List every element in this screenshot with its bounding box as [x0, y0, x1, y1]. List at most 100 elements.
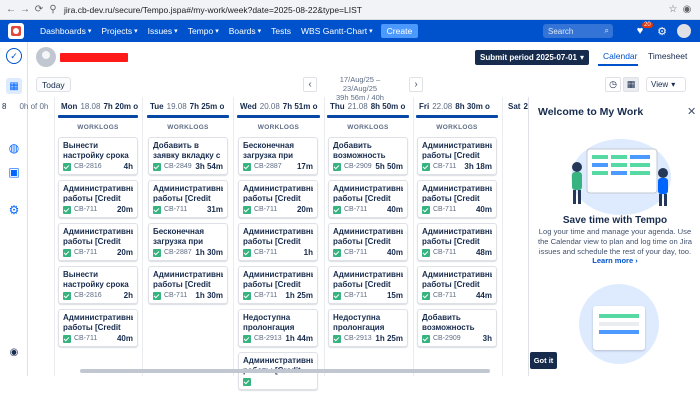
- nav-label: Tests: [271, 26, 292, 36]
- nav-dashboards[interactable]: Dashboards ▾: [40, 26, 91, 36]
- worklog-issue-title: Вынести настройку срока действия: [63, 141, 129, 160]
- worklog-card[interactable]: Добавить возможность CB-2909 5h 50m: [328, 137, 408, 175]
- worklog-card[interactable]: Административные работы [Credit CB-711 40m: [328, 180, 408, 218]
- worklog-card[interactable]: Добавить возможность CB-2909 3h: [417, 309, 497, 347]
- profile-icon[interactable]: ◉: [680, 3, 694, 17]
- checkbox-icon: [243, 162, 251, 171]
- panel-description: Log your time and manage your agenda. Us…: [537, 227, 693, 256]
- reload-icon[interactable]: ⟳: [32, 3, 46, 17]
- worklog-card[interactable]: Административные работы [Credit CB-711 40m: [328, 223, 408, 261]
- day-header-thu: Thu 21.08 8h 50m o: [330, 98, 405, 114]
- worklog-card[interactable]: Вынести настройку срока действия CB-2816 4…: [58, 137, 138, 175]
- submit-period-button[interactable]: Submit period 2025-07-01 ▾: [475, 50, 589, 65]
- notification-badge: 20: [642, 22, 653, 28]
- worklog-issue-title: Административные работы [Credit: [243, 227, 313, 246]
- worklog-card[interactable]: Добавить в заявку вкладку с XML CB-28493h…: [148, 137, 228, 175]
- worklog-card[interactable]: Административные работы [Credit CB-711 31m: [148, 180, 228, 218]
- tab-timesheet[interactable]: Timesheet: [648, 51, 687, 61]
- worklog-card[interactable]: Административные работы [Credit CB-711 44m: [417, 266, 497, 304]
- next-week-chevron-icon[interactable]: ›: [409, 77, 423, 92]
- nav-boards[interactable]: Boards ▾: [229, 26, 261, 36]
- worklog-issue-title: Административные работы [Credit: [153, 270, 223, 289]
- got-it-button[interactable]: Got it: [530, 352, 557, 369]
- nav-wbs-gantt[interactable]: WBS Gantt-Chart ▾: [301, 26, 373, 36]
- column-divider: [54, 97, 55, 376]
- worklog-issue-title: Административные работы [Credit: [333, 184, 403, 203]
- worklog-card[interactable]: Недоступна пролонгация CB-2913 1h 44m: [238, 309, 318, 347]
- worklog-card[interactable]: Административные работы [Credit CB-711 3h …: [417, 137, 497, 175]
- prev-week-chevron-icon[interactable]: ‹: [303, 77, 317, 92]
- checkbox-icon: [63, 291, 71, 300]
- day-date: 19.08: [166, 101, 187, 111]
- forward-icon[interactable]: →: [18, 3, 32, 17]
- worklog-card[interactable]: Недоступна пролонгация CB-2913 1h 25m: [328, 309, 408, 347]
- worklog-footer: CB-711 1h: [243, 248, 313, 257]
- view-label: View: [651, 80, 669, 89]
- app-switcher-logo-icon[interactable]: [8, 23, 24, 39]
- site-info-icon[interactable]: ⚲: [46, 3, 60, 17]
- issue-key: CB-2913: [344, 335, 372, 342]
- checkbox-icon: [243, 291, 251, 300]
- logged-hours: 2h: [123, 291, 133, 300]
- worklog-footer: CB-2909 3h: [422, 334, 492, 343]
- worklog-card[interactable]: Административные работы [Credit CB-711 15m: [328, 266, 408, 304]
- close-icon[interactable]: ✕: [687, 105, 696, 118]
- nav-tempo[interactable]: Tempo ▾: [188, 26, 219, 36]
- worklog-footer: CB-2816 4h: [63, 162, 133, 171]
- tempo-check-icon[interactable]: ✓: [6, 48, 22, 64]
- calendar-icon[interactable]: ▦: [6, 78, 22, 94]
- worklog-card[interactable]: Административные работы [Credit CB-711 1h: [238, 223, 318, 261]
- bookmark-star-icon[interactable]: ☆: [666, 3, 680, 17]
- learn-more-link[interactable]: Learn more ›: [529, 256, 700, 265]
- worklog-issue-title: Административные работы [Credit: [422, 227, 492, 246]
- chevron-down-icon: ▾: [257, 28, 262, 35]
- day-total: 7h 25m o: [189, 101, 225, 111]
- search-input[interactable]: Search ⌕: [543, 24, 613, 38]
- horizontal-scrollbar[interactable]: [80, 369, 490, 373]
- grid-view-icon[interactable]: ▦: [623, 77, 639, 92]
- view-dropdown[interactable]: View ▾: [646, 77, 686, 92]
- welcome-illustration: [571, 139, 671, 215]
- user-header: [36, 45, 128, 69]
- user-avatar[interactable]: [677, 24, 691, 38]
- nav-issues[interactable]: Issues ▾: [148, 26, 178, 36]
- logged-hours: 20m: [296, 205, 313, 214]
- nav-tests[interactable]: Tests: [271, 26, 291, 36]
- day-date: 8: [2, 101, 7, 111]
- worklog-card[interactable]: Административные работы [Credit CB-711 20m: [58, 180, 138, 218]
- clock-icon[interactable]: ◷: [605, 77, 621, 92]
- worklog-card[interactable]: Административные работы [Credit CB-711 40m: [417, 180, 497, 218]
- worklog-card[interactable]: Бесконечная загрузка при CB-2887 17m: [238, 137, 318, 175]
- address-bar[interactable]: jira.cb-dev.ru/secure/Tempo.jspa#/my-wor…: [64, 5, 362, 15]
- logged-hours: 40m: [475, 205, 492, 214]
- worklog-card[interactable]: Административные работы [Credit CB-711 20m: [238, 180, 318, 218]
- active-tab-indicator: [598, 64, 638, 66]
- today-button[interactable]: Today: [36, 77, 71, 92]
- back-icon[interactable]: ←: [4, 3, 18, 17]
- create-button[interactable]: Create: [380, 24, 419, 38]
- checkbox-icon: [422, 162, 430, 171]
- worklog-card[interactable]: Административные работы [Credit CB-711 40m: [58, 309, 138, 347]
- day-name: Fri: [419, 101, 430, 111]
- day-header-mon: Mon 18.08 7h 20m o: [61, 98, 138, 114]
- logged-hours: 20m: [116, 248, 133, 257]
- chevron-down-icon: ▾: [174, 28, 178, 35]
- nav-projects[interactable]: Projects ▾: [101, 26, 137, 36]
- panel-heading: Save time with Tempo: [562, 215, 668, 226]
- notifications-icon[interactable]: ♥ 20: [633, 22, 653, 38]
- worklog-card[interactable]: Административные работы [Credit CB-711 48m: [417, 223, 497, 261]
- worklog-footer: CB-2909 5h 50m: [333, 162, 403, 171]
- worklog-card[interactable]: Административные работы [Credit CB-711 1h …: [238, 266, 318, 304]
- tab-calendar[interactable]: Calendar: [603, 51, 638, 61]
- day-progress-bar: [237, 115, 320, 118]
- issue-key: CB-711: [344, 206, 368, 213]
- settings-gear-icon[interactable]: ⚙: [655, 24, 669, 38]
- user-avatar-large: [36, 47, 56, 67]
- worklog-card[interactable]: Вынести настройку срока действия CB-2816 2…: [58, 266, 138, 304]
- worklog-card[interactable]: Административные работы [Credit CB-711 20m: [58, 223, 138, 261]
- worklog-footer: CB-711 44m: [422, 291, 492, 300]
- worklog-card[interactable]: Бесконечная загрузка при CB-2887 1h 30m: [148, 223, 228, 261]
- worklog-issue-title: Добавить возможность: [422, 313, 475, 332]
- worklog-card[interactable]: Административные работы [Credit CB-711 1h …: [148, 266, 228, 304]
- logged-hours: 3h: [482, 334, 492, 343]
